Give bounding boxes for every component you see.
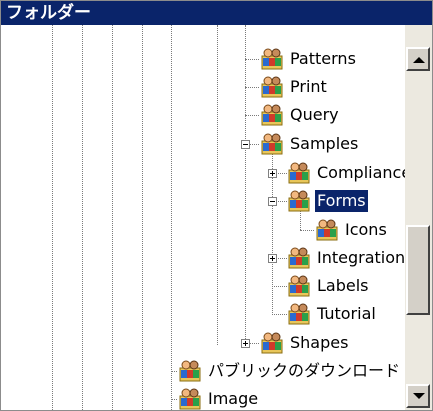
shared-folder-icon — [286, 161, 312, 185]
tree-connector — [245, 59, 259, 60]
tree-item-label: Integration — [317, 248, 406, 267]
shared-folder-icon — [286, 274, 312, 298]
tree-item-compliance[interactable]: Compliance — [286, 160, 413, 186]
folder-tree-window: フォルダー Patterns Print Query Samples Compl… — [0, 0, 433, 411]
tree-item-label: Compliance — [317, 163, 412, 182]
arrow-down-icon — [413, 393, 425, 399]
tree-item-label: Samples — [290, 134, 359, 153]
shared-folder-icon — [314, 218, 340, 242]
scrollbar-thumb[interactable] — [406, 225, 430, 315]
shared-folder-icon — [259, 47, 285, 71]
tree-item-shapes[interactable]: Shapes — [259, 330, 350, 356]
shared-folder-icon — [286, 189, 312, 213]
tree-item-print[interactable]: Print — [259, 74, 329, 100]
panel-title: フォルダー — [6, 3, 91, 23]
tree-item-label: Labels — [317, 276, 369, 295]
tree-connector — [245, 87, 259, 88]
tree-connector — [272, 286, 287, 287]
tree-item-public-downloads[interactable]: パブリックのダウンロード — [177, 358, 402, 384]
tree-item-icons[interactable]: Icons — [314, 217, 389, 243]
shared-folder-icon — [259, 132, 285, 156]
tree-guide-line — [245, 25, 246, 345]
tree-item-label-selected: Forms — [315, 190, 368, 212]
tree-item-label: パブリックのダウンロード — [208, 361, 401, 380]
tree-connector — [245, 115, 259, 116]
tree-connector — [272, 314, 287, 315]
tree-guide-line — [82, 25, 83, 410]
tree-guide-line — [171, 25, 172, 410]
shared-folder-icon — [286, 302, 312, 326]
tree-item-image[interactable]: Image — [177, 386, 260, 410]
tree-item-label: Print — [290, 77, 327, 96]
collapse-toggle-samples[interactable] — [241, 140, 250, 149]
tree-item-label: Shapes — [290, 333, 349, 352]
tree-guide-line — [217, 25, 218, 345]
tree-item-samples[interactable]: Samples — [259, 131, 360, 157]
scroll-down-button[interactable] — [406, 384, 430, 408]
tree-item-label: Icons — [345, 220, 387, 239]
shared-folder-icon — [259, 331, 285, 355]
tree-item-label: Tutorial — [317, 304, 376, 323]
tree-item-integration[interactable]: Integration — [286, 245, 407, 271]
tree-item-label: Query — [290, 105, 339, 124]
tree-item-label: Patterns — [290, 49, 356, 68]
collapse-toggle-forms[interactable] — [268, 197, 277, 206]
shared-folder-icon — [286, 246, 312, 270]
expand-toggle-compliance[interactable] — [268, 169, 277, 178]
tree-item-labels[interactable]: Labels — [286, 273, 371, 299]
tree-guide-line — [142, 25, 143, 410]
shared-folder-icon — [259, 75, 285, 99]
vertical-scrollbar[interactable] — [405, 25, 432, 410]
shared-folder-icon — [177, 387, 203, 410]
shared-folder-icon — [259, 103, 285, 127]
shared-folder-icon — [177, 359, 203, 383]
tree-item-forms[interactable]: Forms — [286, 188, 368, 214]
scroll-up-button[interactable] — [406, 47, 430, 71]
expand-toggle-shapes[interactable] — [241, 339, 250, 348]
tree-guide-line — [112, 25, 113, 410]
tree-guide-line — [52, 25, 53, 410]
tree-connector — [300, 230, 314, 231]
tree-item-query[interactable]: Query — [259, 102, 341, 128]
arrow-up-icon — [413, 57, 425, 63]
tree-item-patterns[interactable]: Patterns — [259, 46, 358, 72]
folder-tree[interactable]: Patterns Print Query Samples Compliance … — [1, 25, 432, 410]
tree-item-tutorial[interactable]: Tutorial — [286, 301, 378, 327]
tree-item-label: Image — [208, 389, 259, 408]
expand-toggle-integration[interactable] — [268, 254, 277, 263]
folder-panel-title-bar: フォルダー — [1, 1, 432, 25]
